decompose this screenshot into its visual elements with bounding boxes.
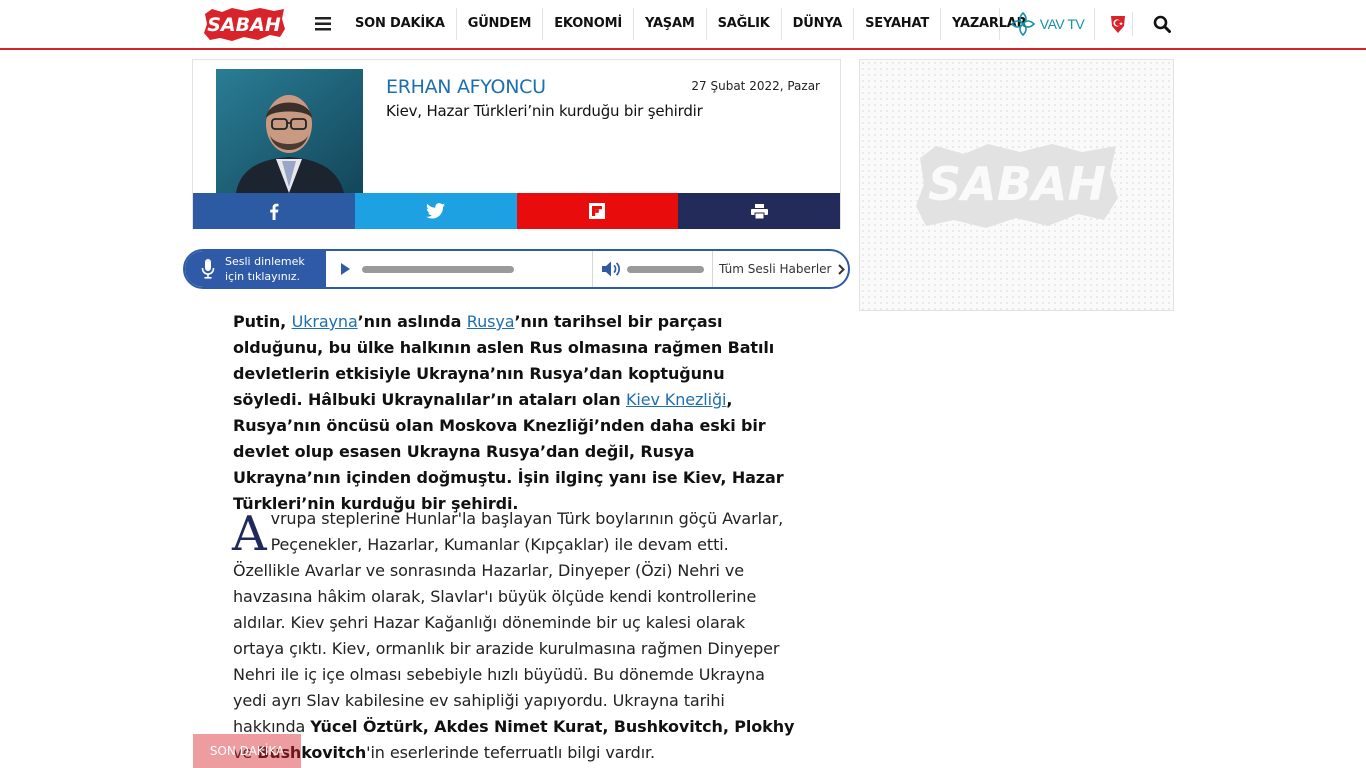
facebook-icon [270, 203, 279, 220]
search-button[interactable] [1150, 12, 1174, 36]
print-button[interactable] [678, 193, 840, 229]
sabah-logo[interactable]: SABAH [202, 5, 286, 43]
main-nav: SON DAKİKA GÜNDEM EKONOMİ YAŞAM SAĞLIK D… [344, 8, 1037, 40]
audio-player: Sesli dinlemek için tıklayınız. Tüm Sesl… [183, 249, 850, 289]
author-name[interactable]: ERHAN AFYONCU [386, 76, 546, 98]
listen-label: Sesli dinlemek için tıklayınız. [225, 254, 305, 284]
link-rusya[interactable]: Rusya [467, 312, 515, 331]
watermark-text: SABAH [928, 157, 1106, 211]
nav-seyahat[interactable]: SEYAHAT [854, 8, 941, 40]
share-flipboard-button[interactable] [516, 193, 679, 229]
search-icon [1153, 15, 1171, 33]
share-facebook-button[interactable] [193, 193, 355, 229]
hamburger-icon [315, 17, 331, 31]
link-kiev-knezligi[interactable]: Kiev Knezliği [626, 390, 727, 409]
advertisement-placeholder[interactable]: SABAH [859, 59, 1174, 311]
chevron-right-icon [837, 263, 845, 275]
top-header: SABAH SON DAKİKA GÜNDEM EKONOMİ YAŞAM SA… [0, 0, 1366, 50]
audio-progress-bar[interactable] [362, 266, 514, 273]
divider [592, 251, 593, 287]
play-icon [341, 263, 350, 275]
nav-son-dakika[interactable]: SON DAKİKA [344, 8, 457, 40]
drop-cap: A [232, 506, 267, 562]
share-bar [193, 193, 840, 229]
nav-gundem[interactable]: GÜNDEM [457, 8, 544, 40]
volume-icon [602, 261, 620, 277]
body-text: 'in eserlerinde teferruatlı bilgi vardır… [366, 743, 656, 762]
share-twitter-button[interactable] [354, 193, 517, 229]
author-card: ERHAN AFYONCU 27 Şubat 2022, Pazar Kiev,… [192, 59, 841, 229]
turkish-flag-icon [1110, 16, 1125, 33]
lead-text: Putin, [233, 312, 292, 331]
breaking-news-tab[interactable]: SON DAKİKA [193, 734, 301, 768]
listen-label-line2: için tıklayınız. [225, 270, 301, 283]
lead-text: ’nın aslında [357, 312, 467, 331]
logo-text: SABAH [207, 14, 281, 36]
microphone-icon [201, 259, 215, 279]
nav-ekonomi[interactable]: EKONOMİ [543, 8, 634, 40]
hamburger-menu-button[interactable] [310, 12, 336, 36]
listen-label-line1: Sesli dinlemek [225, 255, 305, 268]
volume-button[interactable] [601, 260, 621, 278]
divider [712, 251, 713, 287]
sabah-watermark-logo: SABAH [916, 144, 1118, 228]
body-text: vrupa steplerine Hunlar'la başlayan Türk… [233, 509, 784, 736]
turkish-flag-button[interactable] [1103, 12, 1133, 36]
article-title: Kiev, Hazar Türkleri’nin kurduğu bir şeh… [386, 102, 703, 120]
article-lead: Putin, Ukrayna’nın aslında Rusya’nın tar… [233, 309, 798, 517]
nav-yasam[interactable]: YAŞAM [634, 8, 707, 40]
link-ukrayna[interactable]: Ukrayna [292, 312, 358, 331]
nav-dunya[interactable]: DÜNYA [782, 8, 855, 40]
vavtv-logo-icon [1010, 11, 1035, 37]
print-icon [750, 203, 768, 219]
nav-saglik[interactable]: SAĞLIK [707, 8, 782, 40]
listen-button[interactable]: Sesli dinlemek için tıklayınız. [185, 251, 326, 287]
all-audio-news-label: Tüm Sesli Haberler [719, 262, 832, 276]
vavtv-link[interactable]: VAV TV [999, 8, 1095, 40]
author-photo [216, 69, 363, 193]
flipboard-icon [589, 203, 606, 219]
article-date: 27 Şubat 2022, Pazar [691, 79, 820, 93]
twitter-icon [426, 203, 446, 219]
vavtv-label: VAV TV [1039, 16, 1085, 32]
all-audio-news-link[interactable]: Tüm Sesli Haberler [719, 251, 845, 287]
play-button[interactable] [337, 261, 353, 277]
article-body: Avrupa steplerine Hunlar'la başlayan Tür… [232, 506, 798, 766]
volume-slider[interactable] [627, 266, 704, 273]
body-bold-text: Yücel Öztürk, Akdes Nimet Kurat, Bushkov… [310, 717, 795, 736]
